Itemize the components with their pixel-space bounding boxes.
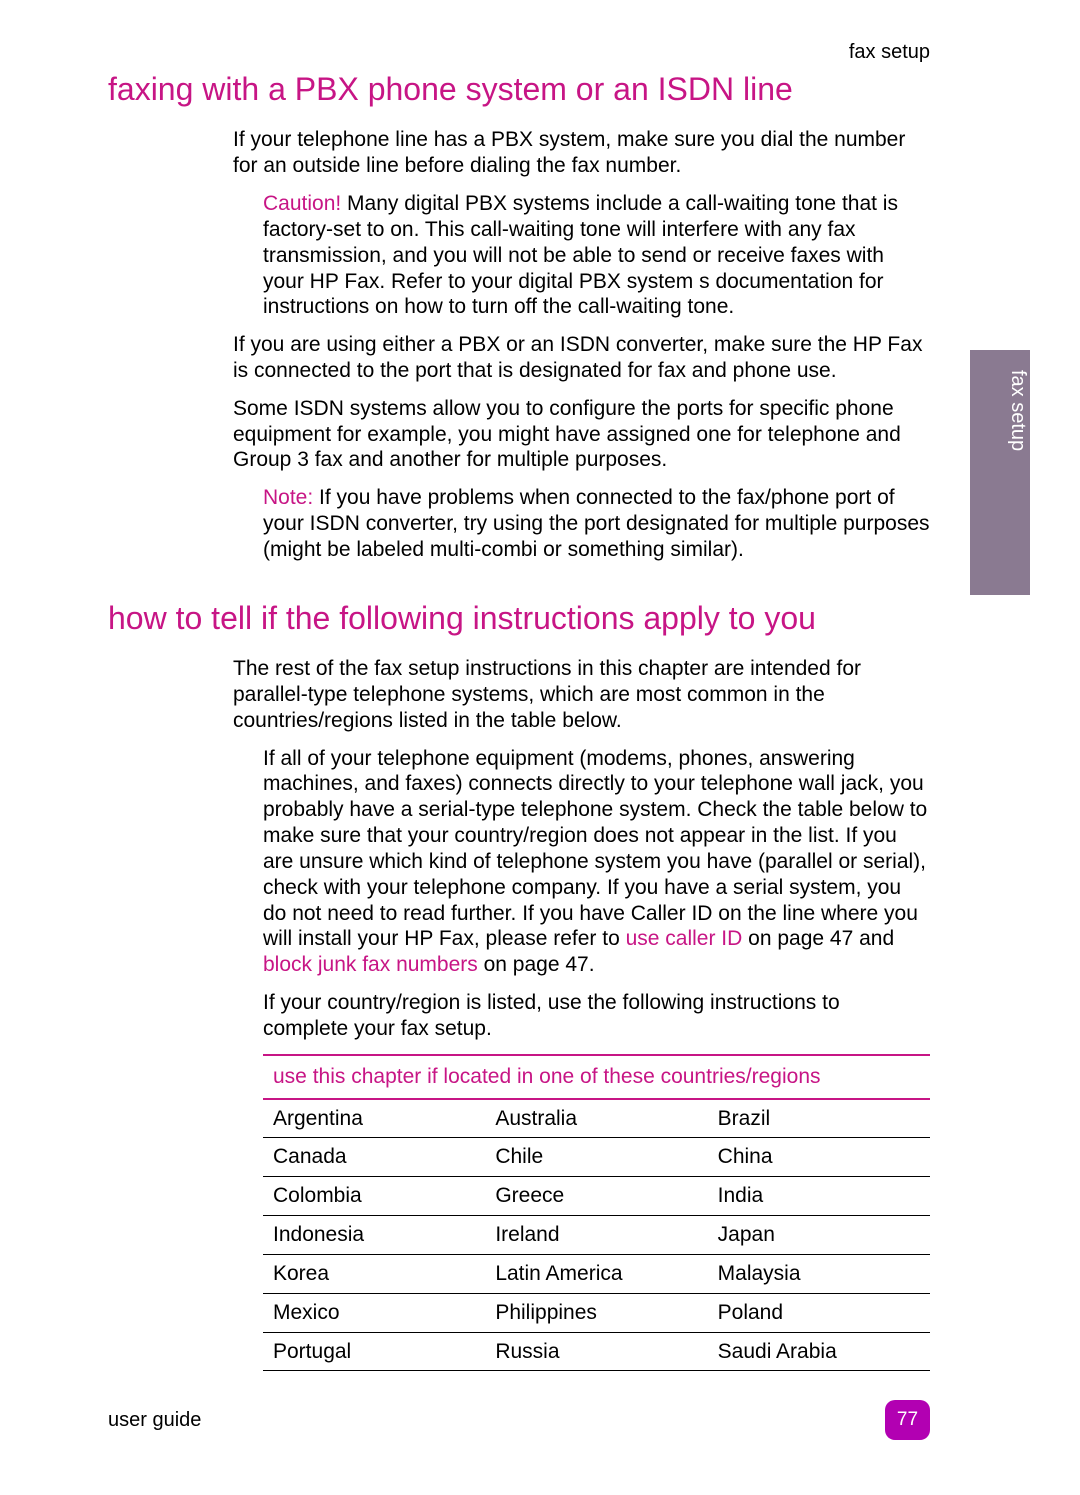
- country-cell: Ireland: [485, 1216, 707, 1255]
- country-cell: Australia: [485, 1099, 707, 1138]
- country-cell: Japan: [708, 1216, 930, 1255]
- running-header: fax setup: [849, 40, 930, 65]
- page-content: faxing with a PBX phone system or an ISD…: [0, 0, 1080, 1371]
- page-number-badge: 77: [885, 1400, 930, 1440]
- country-cell: Mexico: [263, 1293, 485, 1332]
- link-use-caller-id[interactable]: use caller ID: [626, 927, 743, 950]
- page-footer: user guide 77: [108, 1400, 930, 1440]
- country-cell: Poland: [708, 1293, 930, 1332]
- country-cell: Korea: [263, 1254, 485, 1293]
- countries-table: use this chapter if located in one of th…: [263, 1054, 930, 1372]
- table-row: Argentina Australia Brazil: [263, 1099, 930, 1138]
- country-cell: Portugal: [263, 1332, 485, 1371]
- country-cell: Chile: [485, 1138, 707, 1177]
- table-row: Mexico Philippines Poland: [263, 1293, 930, 1332]
- countries-table-wrap: use this chapter if located in one of th…: [263, 1054, 930, 1372]
- caution-block: Caution! Many digital PBX systems includ…: [263, 191, 930, 320]
- heading-pbx-isdn: faxing with a PBX phone system or an ISD…: [108, 70, 930, 109]
- country-cell: Latin America: [485, 1254, 707, 1293]
- paragraph: If your country/region is listed, use th…: [263, 990, 930, 1042]
- table-header: use this chapter if located in one of th…: [263, 1055, 930, 1099]
- paragraph: The rest of the fax setup instructions i…: [233, 656, 930, 733]
- table-row: Indonesia Ireland Japan: [263, 1216, 930, 1255]
- country-cell: Indonesia: [263, 1216, 485, 1255]
- country-cell: Saudi Arabia: [708, 1332, 930, 1371]
- footer-left-text: user guide: [108, 1408, 201, 1433]
- country-cell: Russia: [485, 1332, 707, 1371]
- country-cell: Canada: [263, 1138, 485, 1177]
- country-cell: China: [708, 1138, 930, 1177]
- table-row: Portugal Russia Saudi Arabia: [263, 1332, 930, 1371]
- table-row: Korea Latin America Malaysia: [263, 1254, 930, 1293]
- text-segment: If all of your telephone equipment (mode…: [263, 747, 927, 951]
- country-cell: Philippines: [485, 1293, 707, 1332]
- table-row: Canada Chile China: [263, 1138, 930, 1177]
- country-cell: Argentina: [263, 1099, 485, 1138]
- note-label: Note:: [263, 486, 313, 509]
- country-cell: Greece: [485, 1177, 707, 1216]
- caution-text: Many digital PBX systems include a call-…: [263, 192, 898, 318]
- side-tab-fax-setup: fax setup: [970, 350, 1030, 595]
- country-cell: Colombia: [263, 1177, 485, 1216]
- table-row: Colombia Greece India: [263, 1177, 930, 1216]
- link-block-junk-fax[interactable]: block junk fax numbers: [263, 953, 478, 976]
- text-segment: on page 47.: [478, 953, 595, 976]
- caution-label: Caution!: [263, 192, 341, 215]
- country-cell: Brazil: [708, 1099, 930, 1138]
- note-text: If you have problems when connected to t…: [263, 486, 930, 561]
- paragraph: Some ISDN systems allow you to configure…: [233, 396, 930, 473]
- country-cell: Malaysia: [708, 1254, 930, 1293]
- paragraph: If your telephone line has a PBX system,…: [233, 127, 930, 179]
- country-cell: India: [708, 1177, 930, 1216]
- paragraph-with-links: If all of your telephone equipment (mode…: [263, 746, 930, 978]
- heading-instructions-apply: how to tell if the following instruction…: [108, 599, 930, 638]
- text-segment: on page 47 and: [742, 927, 894, 950]
- paragraph: If you are using either a PBX or an ISDN…: [233, 332, 930, 384]
- note-block: Note: If you have problems when connecte…: [263, 485, 930, 562]
